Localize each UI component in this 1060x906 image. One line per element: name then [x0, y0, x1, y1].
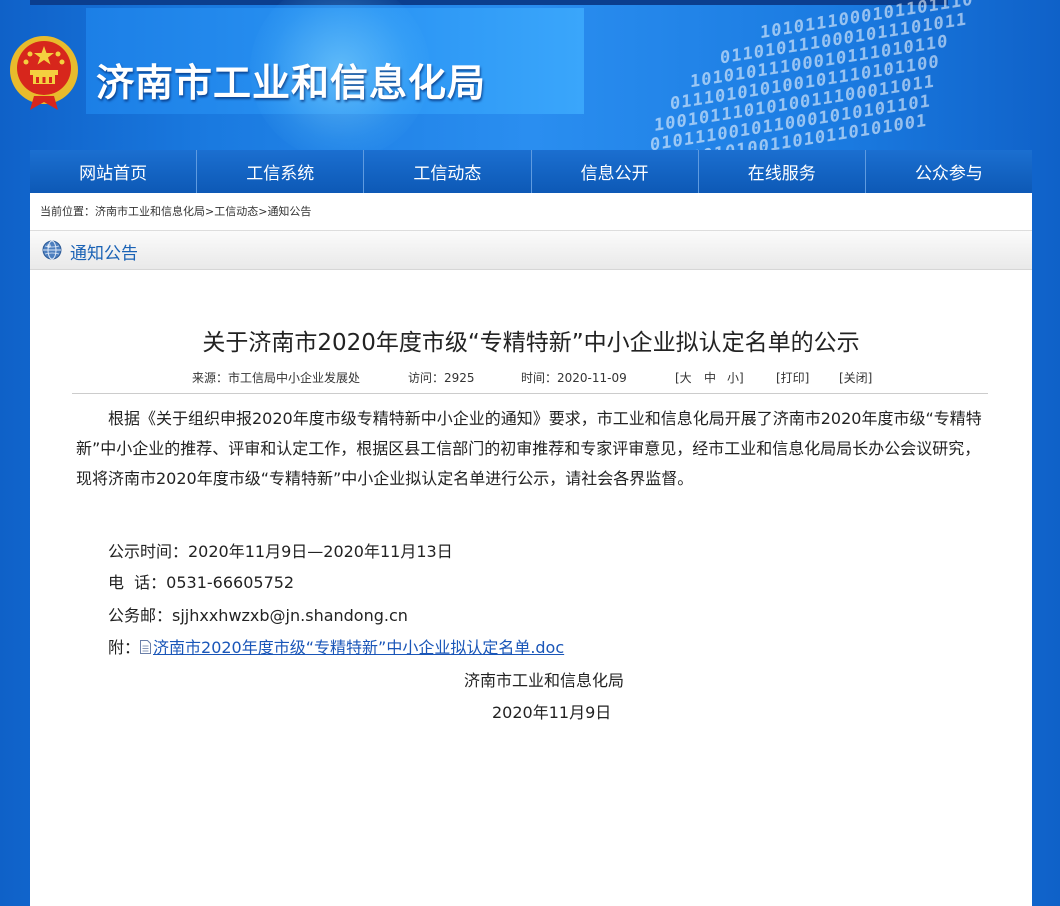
- signature-date: 2020年11月9日: [492, 703, 612, 722]
- site-title: 济南市工业和信息化局: [96, 61, 487, 105]
- breadcrumb-label: 当前位置：: [40, 205, 95, 218]
- contact-phone: 电 话：0531-66605752: [108, 573, 295, 592]
- attachment-row: 附： 济南市2020年度市级“专精特新”中小企业拟认定名单.doc: [108, 634, 564, 658]
- attachment-label: 附：: [108, 638, 141, 657]
- close-button[interactable]: [关闭]: [839, 369, 872, 386]
- nav-info-disclosure[interactable]: 信息公开: [531, 150, 699, 193]
- nav-online-service[interactable]: 在线服务: [698, 150, 866, 193]
- nav-news[interactable]: 工信动态: [364, 150, 532, 193]
- nav-system[interactable]: 工信系统: [197, 150, 365, 193]
- globe-icon: [42, 240, 62, 260]
- breadcrumb-separator: >: [205, 205, 215, 218]
- section-header: 通知公告: [30, 230, 1032, 270]
- section-title: 通知公告: [70, 244, 138, 264]
- breadcrumb-home[interactable]: 济南市工业和信息化局: [95, 205, 205, 218]
- national-emblem-icon: [10, 36, 78, 110]
- site-banner: 1010111000101101110 01101011100010111010…: [0, 0, 1060, 150]
- font-size-small-button[interactable]: 小]: [727, 369, 744, 386]
- document-icon: [140, 640, 152, 654]
- font-size-medium-button[interactable]: 中: [704, 369, 716, 386]
- article-source: 来源：市工信局中小企业发展处: [192, 371, 361, 385]
- nav-public-participation[interactable]: 公众参与: [865, 150, 1033, 193]
- breadcrumb: 当前位置：济南市工业和信息化局>工信动态>通知公告: [40, 203, 311, 219]
- contact-email: 公务邮：sjjhxxhwzxb@jn.shandong.cn: [108, 606, 408, 625]
- nav-home[interactable]: 网站首页: [30, 150, 198, 193]
- article-body: 根据《关于组织申报2020年度市级专精特新中小企业的通知》要求，市工业和信息化局…: [76, 409, 982, 488]
- banner-binary-digits: 1010111000101101110 01101011100010111010…: [650, 0, 974, 150]
- article-date: 时间：2020-11-09: [521, 371, 627, 385]
- font-size-large-button[interactable]: [大: [675, 369, 692, 386]
- main-nav: 网站首页 工信系统 工信动态 信息公开 在线服务 公众参与: [30, 150, 1033, 193]
- notice-period: 公示时间：2020年11月9日—2020年11月13日: [108, 542, 453, 561]
- article-visits: 访问：2925: [408, 371, 475, 385]
- title-divider: [72, 393, 988, 394]
- print-button[interactable]: [打印]: [776, 369, 809, 386]
- breadcrumb-news[interactable]: 工信动态: [214, 205, 258, 218]
- attachment-link[interactable]: 济南市2020年度市级“专精特新”中小企业拟认定名单.doc: [153, 638, 564, 657]
- article-title: 关于济南市2020年度市级“专精特新”中小企业拟认定名单的公示: [202, 330, 860, 356]
- breadcrumb-notices[interactable]: 通知公告: [267, 205, 311, 218]
- content-panel: 当前位置：济南市工业和信息化局>工信动态>通知公告 通知公告 关于济南市2020…: [30, 193, 1032, 906]
- signature-org: 济南市工业和信息化局: [464, 671, 625, 690]
